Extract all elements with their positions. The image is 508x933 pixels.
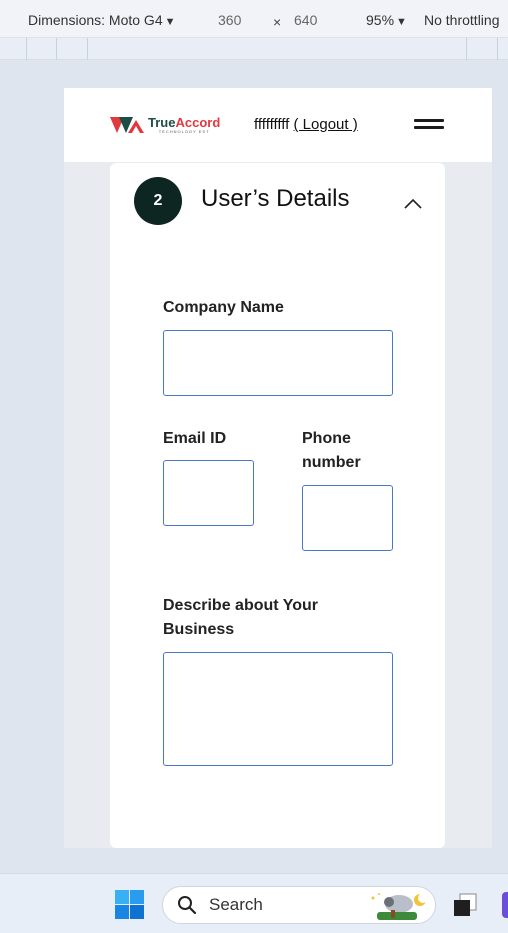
media-query-ruler	[0, 38, 508, 60]
dimension-separator: ×	[273, 14, 282, 30]
search-label: Search	[209, 895, 263, 914]
business-label-line2: Business	[163, 621, 235, 638]
windows-taskbar: Search	[0, 873, 508, 933]
devtools-device-toolbar: Dimensions: Moto G4 ▼ 360 × 640 95% ▼ No t…	[0, 0, 508, 38]
company-name-label: Company Name	[163, 299, 284, 316]
browser-app-icon[interactable]	[502, 892, 508, 918]
logo-text: TrueAccord TECHNOLOGY EST	[148, 116, 220, 134]
dropdown-arrow-icon: ▼	[396, 16, 407, 28]
device-dimensions-label: Dimensions: Moto G4	[28, 12, 163, 28]
logo-tagline: TECHNOLOGY EST	[158, 129, 210, 134]
logo-name: TrueAccord	[148, 115, 221, 130]
task-view-icon[interactable]	[452, 892, 478, 918]
ruler-tick	[497, 38, 498, 60]
username-label: fffffffff	[254, 116, 290, 133]
ruler-tick	[466, 38, 467, 60]
zoom-label: 95%	[366, 12, 395, 28]
users-details-card: 2 User’s Details Company Name Email ID P…	[110, 163, 445, 848]
device-viewport: TrueAccord TECHNOLOGY EST fffffffff ( Lo…	[64, 88, 492, 848]
section-title: User’s Details	[201, 185, 350, 212]
ruler-tick	[56, 38, 57, 60]
business-label-line1: Describe about Your	[163, 597, 318, 614]
phone-label-line1: Phone	[302, 430, 351, 447]
search-highlight-art-icon	[371, 893, 428, 920]
phone-input[interactable]	[302, 485, 393, 551]
trueaccord-logo-mark-icon	[110, 117, 144, 133]
logout-link[interactable]: ( Logout )	[294, 116, 358, 133]
device-dimensions-dropdown[interactable]: Dimensions: Moto G4 ▼	[28, 12, 176, 28]
ruler-tick	[26, 38, 27, 60]
phone-label: Phone number	[302, 427, 361, 475]
business-description-textarea[interactable]	[163, 652, 393, 766]
site-header: TrueAccord TECHNOLOGY EST fffffffff ( Lo…	[64, 88, 492, 162]
ruler-tick	[87, 38, 88, 60]
taskbar-search-box[interactable]: Search	[162, 886, 436, 924]
email-label: Email ID	[163, 430, 227, 447]
business-description-label: Describe about Your Business	[163, 594, 318, 642]
search-icon	[178, 896, 197, 915]
trueaccord-logo[interactable]: TrueAccord TECHNOLOGY EST	[110, 116, 220, 134]
phone-label-line2: number	[302, 454, 361, 471]
email-input[interactable]	[163, 460, 254, 526]
viewport-width-field[interactable]: 360	[218, 12, 241, 28]
zoom-dropdown[interactable]: 95% ▼	[366, 12, 407, 28]
user-info: fffffffff ( Logout )	[254, 116, 358, 133]
company-name-input[interactable]	[163, 330, 393, 396]
throttling-dropdown[interactable]: No throttling	[424, 12, 499, 28]
windows-start-icon[interactable]	[115, 890, 144, 919]
dropdown-arrow-icon: ▼	[164, 16, 176, 28]
hamburger-menu-icon[interactable]	[414, 118, 446, 134]
step-number-badge: 2	[134, 177, 182, 225]
viewport-height-field[interactable]: 640	[294, 12, 317, 28]
chevron-up-icon[interactable]	[403, 197, 423, 209]
